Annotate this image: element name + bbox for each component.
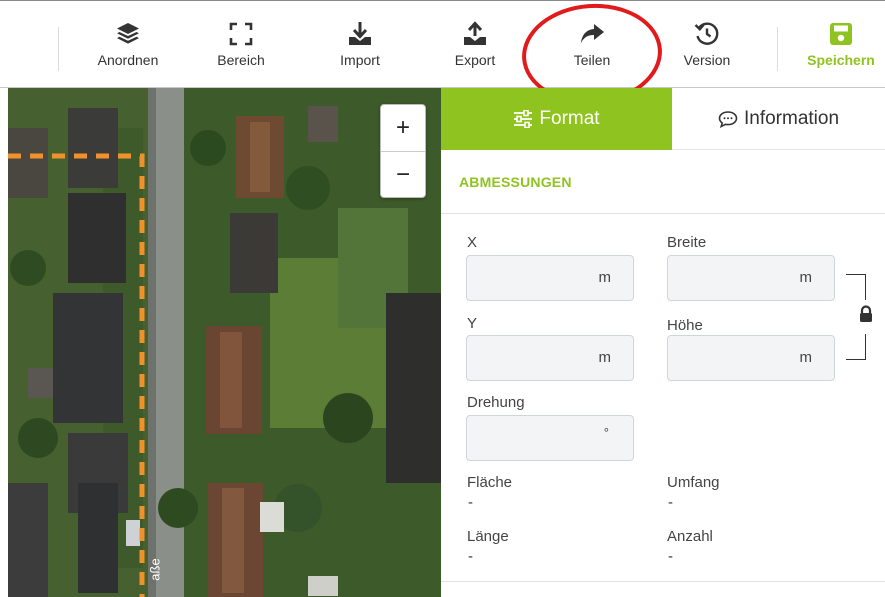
import-button[interactable]: Import xyxy=(330,21,390,81)
laenge-value: - xyxy=(468,548,473,565)
hoehe-input[interactable]: m xyxy=(667,335,835,381)
upload-icon xyxy=(464,21,486,45)
save-disk-icon xyxy=(830,23,852,45)
anzahl-label: Anzahl xyxy=(667,528,713,545)
teilen-label: Teilen xyxy=(573,52,611,68)
toolbar: Anordnen Bereich Import Export Teilen Ve… xyxy=(0,0,885,109)
satellite-image xyxy=(8,88,441,597)
history-icon xyxy=(694,22,719,45)
toolbar-separator xyxy=(58,27,59,71)
zoom-out-button[interactable]: − xyxy=(381,151,425,197)
umfang-label: Umfang xyxy=(667,474,720,491)
anordnen-button[interactable]: Anordnen xyxy=(93,21,163,81)
aspect-bracket-bottom xyxy=(846,334,866,360)
breite-input[interactable]: m xyxy=(667,255,835,301)
y-unit: m xyxy=(598,349,612,366)
share-arrow-icon xyxy=(581,24,604,43)
hoehe-label: Höhe xyxy=(667,317,703,334)
panel-divider xyxy=(441,581,885,582)
bereich-label: Bereich xyxy=(217,52,265,68)
tab-information-label: Information xyxy=(743,107,840,129)
drehung-input[interactable]: ° xyxy=(466,415,634,461)
speichern-label: Speichern xyxy=(807,52,875,68)
zoom-in-button[interactable]: + xyxy=(381,105,425,151)
sliders-icon xyxy=(514,110,533,128)
teilen-button[interactable]: Teilen xyxy=(562,21,622,81)
x-unit: m xyxy=(598,269,612,286)
breite-unit: m xyxy=(799,269,813,286)
download-icon xyxy=(349,22,371,45)
version-button[interactable]: Version xyxy=(677,21,737,81)
properties-panel: Format Information ABMESSUNGEN X m Breit… xyxy=(441,88,885,597)
zoom-control: + − xyxy=(380,104,426,198)
section-title: ABMESSUNGEN xyxy=(441,150,885,214)
layers-icon xyxy=(117,23,139,44)
y-label: Y xyxy=(467,315,478,332)
bereich-button[interactable]: Bereich xyxy=(211,21,271,81)
speech-bubble-icon xyxy=(718,110,738,128)
tab-format[interactable]: Format xyxy=(441,88,672,150)
drehung-label: Drehung xyxy=(467,394,525,411)
drehung-unit: ° xyxy=(603,425,609,440)
x-label: X xyxy=(467,234,478,251)
import-label: Import xyxy=(340,52,380,68)
y-input[interactable]: m xyxy=(466,335,634,381)
map-view[interactable]: + − aße xyxy=(8,88,441,597)
x-input[interactable]: m xyxy=(466,255,634,301)
street-label: aße xyxy=(147,558,163,581)
anzahl-value: - xyxy=(668,548,673,565)
umfang-value: - xyxy=(668,494,673,511)
version-label: Version xyxy=(683,52,731,68)
laenge-label: Länge xyxy=(467,528,509,545)
export-button[interactable]: Export xyxy=(445,21,505,81)
export-label: Export xyxy=(454,52,496,68)
tab-information[interactable]: Information xyxy=(672,88,885,150)
hoehe-unit: m xyxy=(799,349,813,366)
anordnen-label: Anordnen xyxy=(97,52,159,68)
flaeche-label: Fläche xyxy=(467,474,513,491)
panel-tabs: Format Information xyxy=(441,88,885,150)
breite-label: Breite xyxy=(667,234,707,251)
lock-icon[interactable] xyxy=(858,305,874,323)
aspect-bracket-top xyxy=(846,274,866,300)
flaeche-value: - xyxy=(468,494,473,511)
speichern-button[interactable]: Speichern xyxy=(797,21,885,81)
toolbar-separator xyxy=(777,27,778,71)
tab-format-label: Format xyxy=(539,108,600,129)
selection-frame-icon xyxy=(229,22,253,46)
